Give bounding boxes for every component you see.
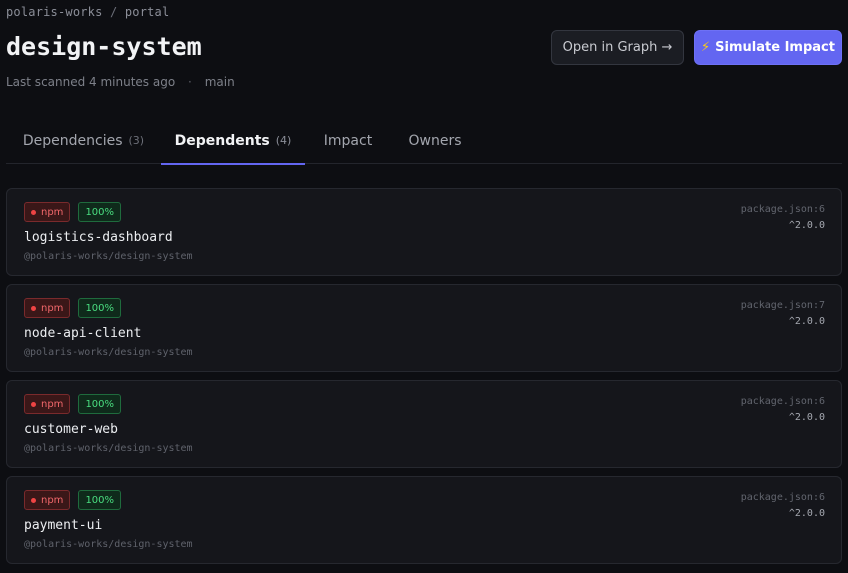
breadcrumb: polaris-works / portal [6, 5, 169, 19]
badge-group: npm 100% [24, 490, 122, 510]
tab-count: (4) [275, 134, 292, 147]
branch-label: main [204, 75, 235, 89]
tab-label: Dependencies [22, 132, 123, 149]
package-name: @polaris-works/design-system [24, 443, 193, 454]
tab-bar: Dependencies (3) Dependents (4) Impact O… [6, 118, 842, 165]
simulate-impact-label: Simulate Impact [715, 40, 835, 55]
coverage-badge: 100% [78, 298, 122, 318]
manifest-location[interactable]: package.json:6 [741, 396, 825, 407]
dependent-name: payment-ui [24, 518, 103, 533]
badge-group: npm 100% [24, 298, 122, 318]
dependent-card[interactable]: npm 100% logistics-dashboard @polaris-wo… [6, 188, 842, 276]
ecosystem-label: npm [41, 206, 64, 218]
version-range: ^2.0.0 [788, 508, 825, 519]
tab-impact[interactable]: Impact [305, 118, 391, 163]
dependent-card[interactable]: npm 100% payment-ui @polaris-works/desig… [6, 476, 842, 564]
badge-group: npm 100% [24, 202, 122, 222]
badge-group: npm 100% [24, 394, 122, 414]
npm-badge: npm [24, 490, 71, 510]
version-range: ^2.0.0 [788, 316, 825, 327]
tab-label: Owners [408, 132, 462, 149]
dependent-card[interactable]: npm 100% node-api-client @polaris-works/… [6, 284, 842, 372]
breadcrumb-org[interactable]: polaris-works [6, 5, 103, 19]
version-range: ^2.0.0 [788, 220, 825, 231]
lightning-icon: ⚡ [701, 40, 711, 55]
tab-label: Impact [323, 132, 373, 149]
scan-meta: Last scanned 4 minutes ago · main [6, 75, 235, 89]
npm-badge: npm [24, 394, 71, 414]
package-name: @polaris-works/design-system [24, 539, 193, 550]
manifest-location[interactable]: package.json:7 [741, 300, 825, 311]
manifest-location[interactable]: package.json:6 [741, 204, 825, 215]
package-name: @polaris-works/design-system [24, 347, 193, 358]
coverage-badge: 100% [78, 202, 122, 222]
package-name: @polaris-works/design-system [24, 251, 193, 262]
status-dot-icon [31, 209, 36, 215]
dependent-name: logistics-dashboard [24, 230, 173, 245]
dependents-list: npm 100% logistics-dashboard @polaris-wo… [6, 188, 842, 572]
npm-badge: npm [24, 298, 71, 318]
tab-owners[interactable]: Owners [391, 118, 479, 163]
breadcrumb-separator: / [109, 5, 118, 19]
open-in-graph-button[interactable]: Open in Graph → [551, 30, 684, 65]
dependent-card[interactable]: npm 100% customer-web @polaris-works/des… [6, 380, 842, 468]
breadcrumb-project[interactable]: portal [125, 5, 170, 19]
dependent-name: node-api-client [24, 326, 142, 341]
npm-badge: npm [24, 202, 71, 222]
status-dot-icon [31, 497, 36, 503]
simulate-impact-button[interactable]: ⚡ Simulate Impact [694, 30, 842, 65]
ecosystem-label: npm [41, 398, 64, 410]
tab-dependents[interactable]: Dependents (4) [161, 118, 305, 165]
dependent-name: customer-web [24, 422, 118, 437]
ecosystem-label: npm [41, 494, 64, 506]
open-in-graph-label: Open in Graph → [562, 40, 673, 55]
tab-label: Dependents [174, 132, 270, 149]
coverage-badge: 100% [78, 394, 122, 414]
manifest-location[interactable]: package.json:6 [741, 492, 825, 503]
status-dot-icon [31, 401, 36, 407]
tab-count: (3) [128, 134, 145, 147]
page-title: design-system [6, 32, 202, 61]
last-scanned-text: Last scanned 4 minutes ago [6, 75, 176, 89]
tab-dependencies[interactable]: Dependencies (3) [6, 118, 161, 163]
ecosystem-label: npm [41, 302, 64, 314]
version-range: ^2.0.0 [788, 412, 825, 423]
coverage-badge: 100% [78, 490, 122, 510]
meta-separator: · [188, 75, 192, 89]
status-dot-icon [31, 305, 36, 311]
